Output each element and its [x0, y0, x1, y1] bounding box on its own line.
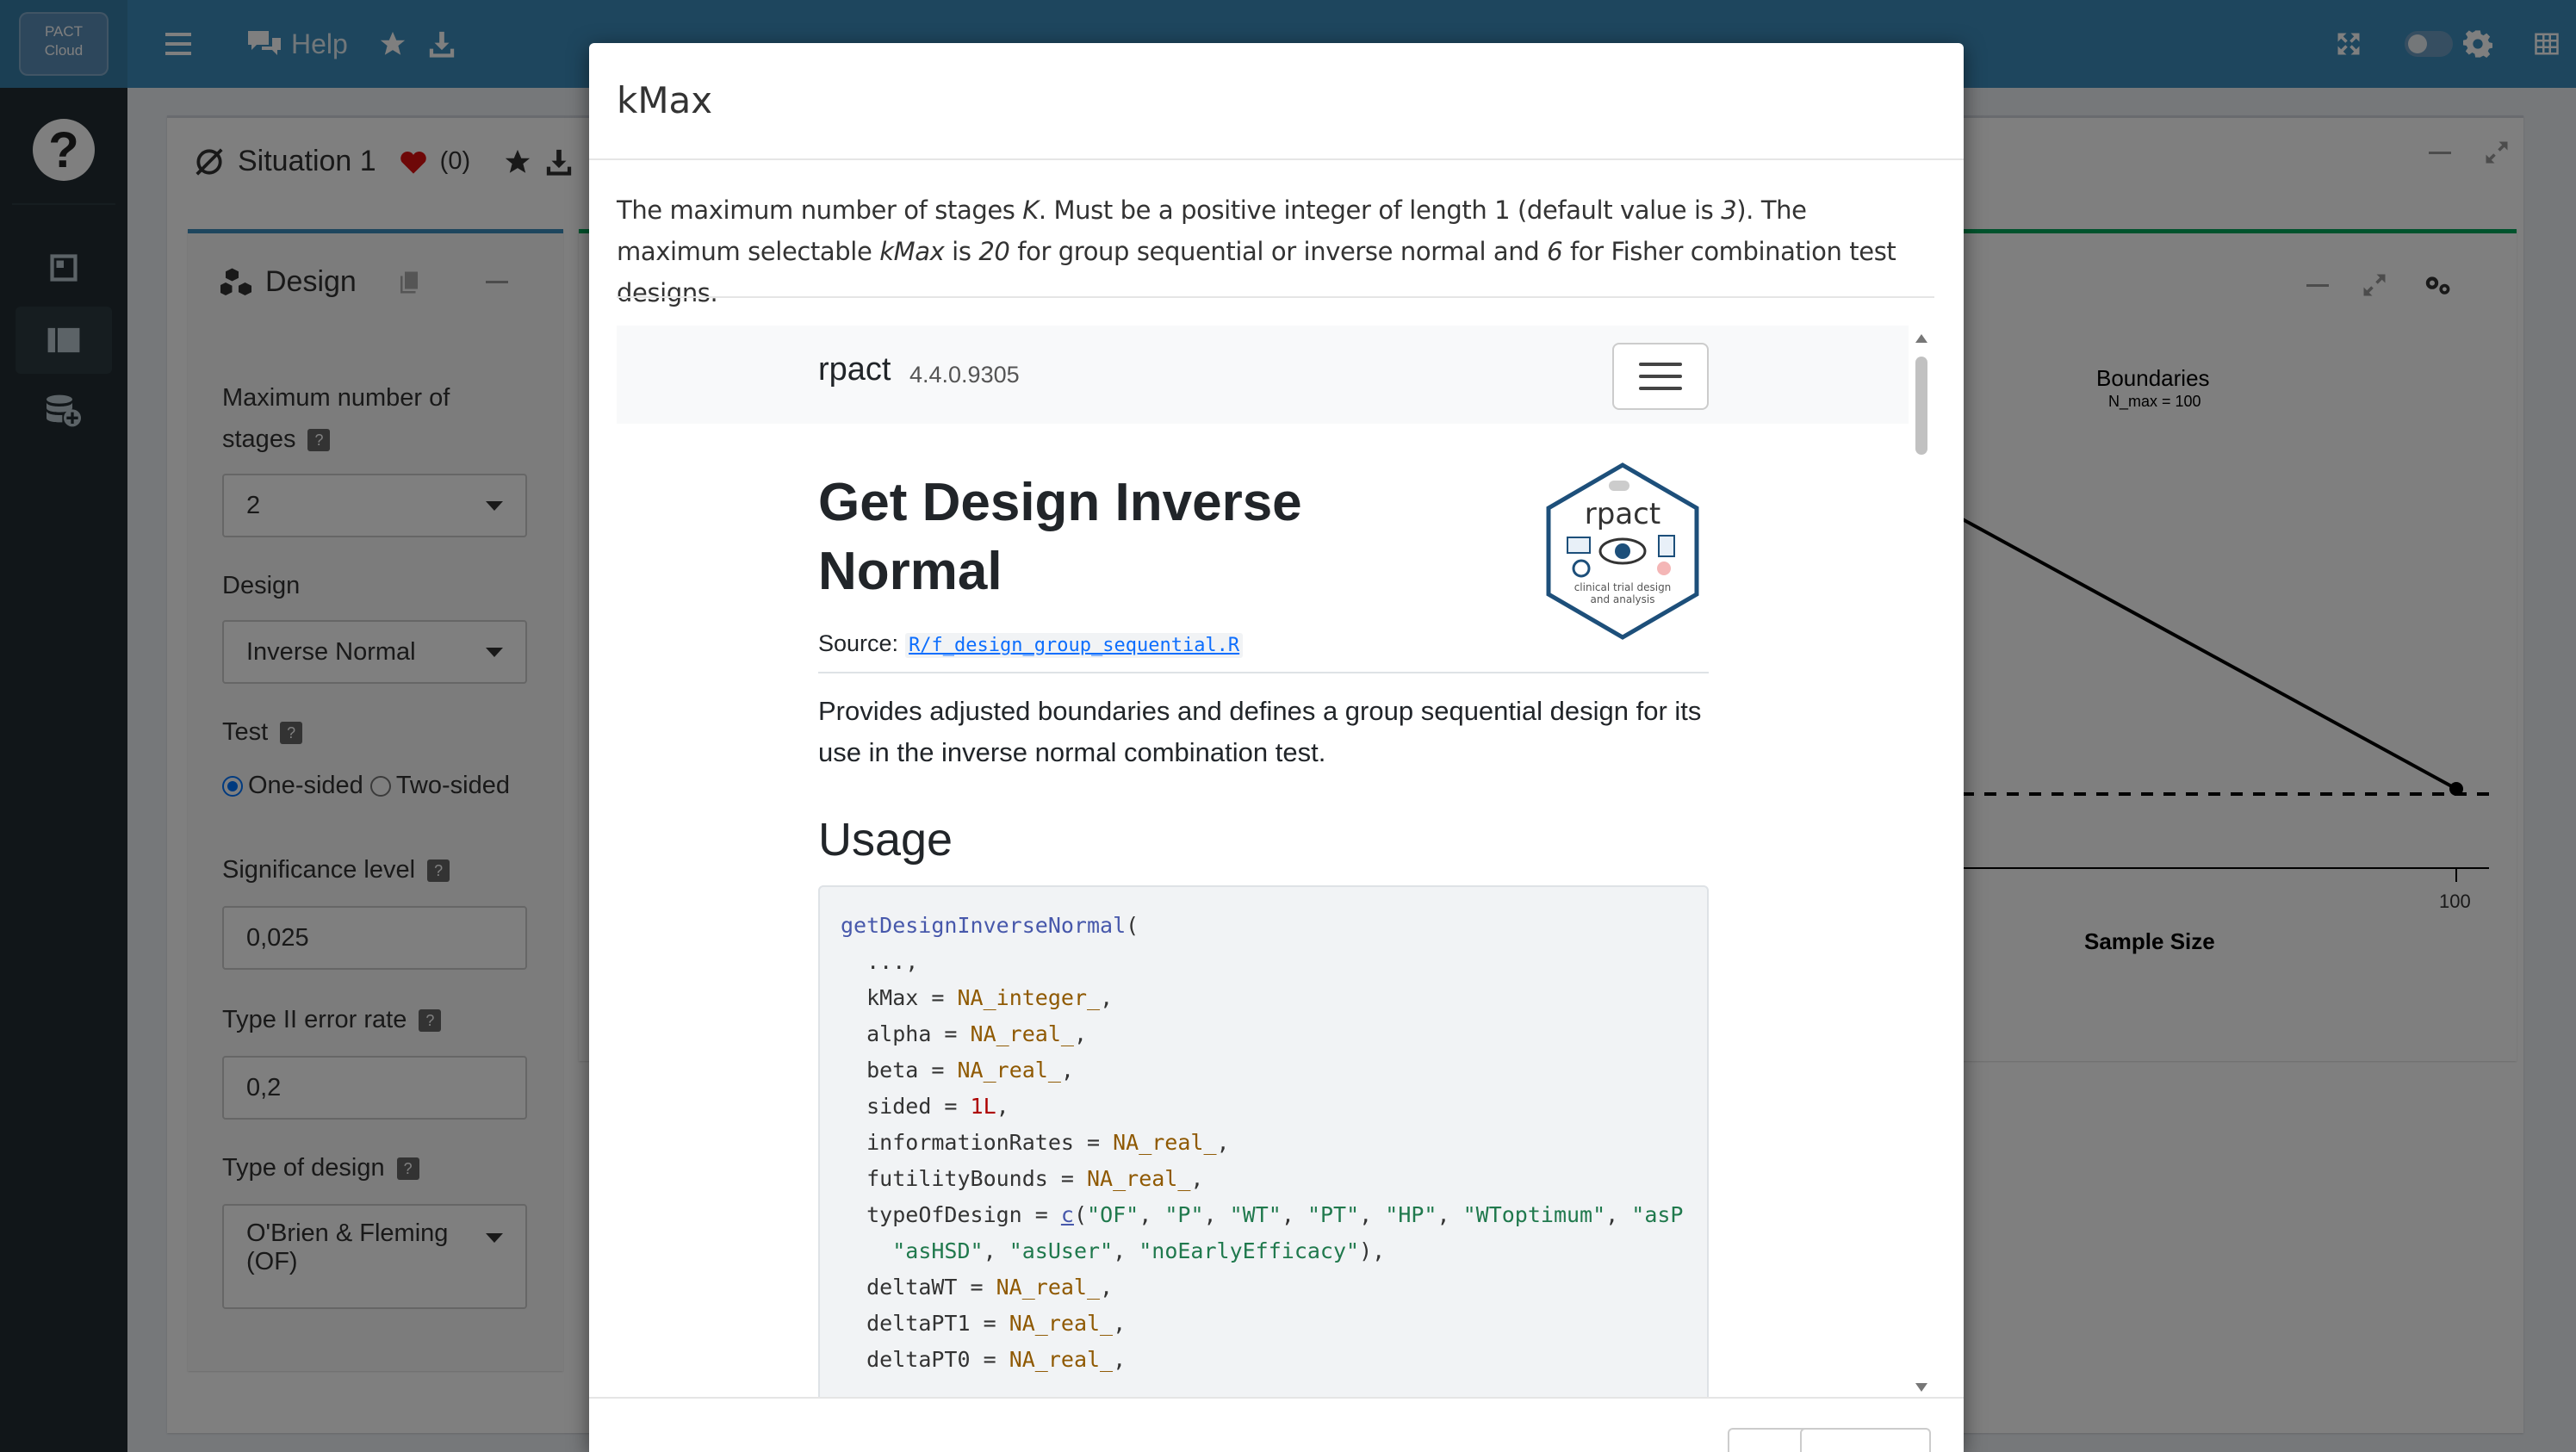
code-token: "asHSD": [892, 1238, 984, 1263]
code-token: kMax: [866, 985, 919, 1010]
menu-bar: [1639, 363, 1682, 366]
source-link[interactable]: R/f_design_group_sequential.R: [905, 633, 1244, 658]
docs-version: 4.4.0.9305: [909, 362, 1020, 388]
scroll-up-icon[interactable]: [1915, 334, 1927, 343]
modal-description: The maximum number of stages K. Must be …: [617, 189, 1934, 313]
desc-part: The maximum number of stages: [617, 195, 1023, 225]
code-token: sided: [866, 1094, 932, 1119]
modal-divider: [617, 296, 1934, 298]
code-token: NA_real_: [957, 1058, 1061, 1083]
docs-description: Provides adjusted boundaries and defines…: [818, 696, 1702, 767]
code-token: "HP": [1385, 1202, 1437, 1227]
docs-brand[interactable]: rpact: [818, 351, 891, 388]
docs-navbar: rpact 4.4.0.9305: [617, 326, 1909, 424]
code-token: "WT": [1229, 1202, 1282, 1227]
usage-heading: Usage: [818, 814, 953, 866]
code-token: c: [1060, 1202, 1074, 1227]
desc-part: for group sequential or inverse normal a…: [1009, 237, 1548, 266]
modal-title: kMax: [617, 79, 713, 121]
code-token: "asP: [1631, 1202, 1684, 1227]
docs-title: Get Design Inverse Normal: [818, 473, 1302, 601]
code-token: deltaWT: [866, 1275, 958, 1300]
usage-code-block: getDesignInverseNormal( ..., kMax = NA_i…: [818, 885, 1709, 1399]
docs-source: Source: R/f_design_group_sequential.R: [818, 630, 1244, 658]
code-token: "P": [1164, 1202, 1204, 1227]
code-token: getDesignInverseNormal: [841, 913, 1127, 938]
scroll-thumb[interactable]: [1915, 357, 1927, 455]
hex-tagline-2: and analysis: [1591, 593, 1655, 605]
code-token: 1L: [970, 1094, 996, 1119]
code-token: futilityBounds: [866, 1166, 1048, 1191]
docs-frame[interactable]: rpact 4.4.0.9305 Get Design Inverse Norm…: [617, 326, 1934, 1399]
code-token: NA_real_: [1009, 1347, 1114, 1372]
desc-part: . Must be a positive integer of length 1…: [1038, 195, 1722, 225]
code-token: "WToptimum": [1462, 1202, 1606, 1227]
code-token: NA_real_: [970, 1021, 1074, 1046]
rpact-hex-logo: rpact clinical trial design and analysis: [1546, 462, 1699, 640]
hex-name: rpact: [1585, 497, 1660, 531]
code-token: NA_integer_: [957, 985, 1101, 1010]
desc-k: K: [1022, 195, 1039, 225]
docs-divider: [818, 672, 1709, 673]
scroll-down-icon[interactable]: [1915, 1383, 1927, 1392]
modal-header: kMax: [589, 43, 1964, 160]
code-token: NA_real_: [996, 1275, 1101, 1300]
desc-part: is: [944, 237, 979, 266]
code-token: beta: [866, 1058, 919, 1083]
docs-scrollbar[interactable]: [1909, 326, 1934, 1399]
source-label: Source:: [818, 630, 899, 656]
menu-bar: [1639, 387, 1682, 390]
code-token: typeOfDesign: [866, 1202, 1022, 1227]
code-token: "OF": [1087, 1202, 1139, 1227]
code-token: "noEarlyEfficacy": [1139, 1238, 1360, 1263]
code-token: deltaPT1: [866, 1311, 971, 1336]
hex-tagline-1: clinical trial design: [1574, 581, 1672, 593]
desc-twenty: 20: [978, 237, 1010, 266]
desc-default: 3: [1721, 195, 1737, 225]
code-token: informationRates: [866, 1130, 1074, 1155]
code-token: NA_real_: [1086, 1166, 1191, 1191]
code-token: "asUser": [1009, 1238, 1114, 1263]
code-token: deltaPT0: [866, 1347, 971, 1372]
code-token: "PT": [1307, 1202, 1360, 1227]
desc-kmax: kMax: [879, 237, 945, 266]
help-modal: kMax The maximum number of stages K. Mus…: [589, 43, 1964, 1452]
code-token: alpha: [866, 1021, 932, 1046]
docs-menu-button[interactable]: [1612, 343, 1709, 410]
menu-bar: [1639, 375, 1682, 378]
desc-six: 6: [1547, 237, 1563, 266]
footer-button-right[interactable]: [1800, 1428, 1931, 1452]
code-token: NA_real_: [1009, 1311, 1114, 1336]
code-token: NA_real_: [1113, 1130, 1217, 1155]
